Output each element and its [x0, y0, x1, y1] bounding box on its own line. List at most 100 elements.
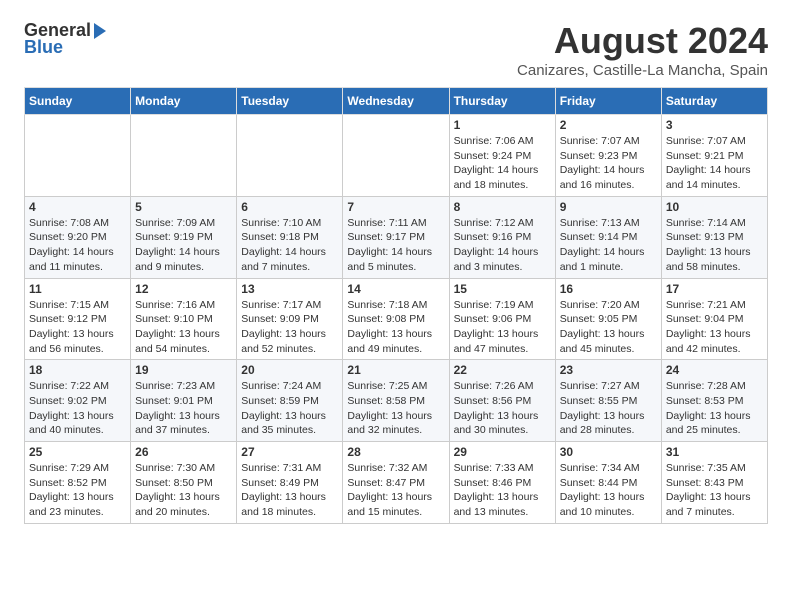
day-info: Sunrise: 7:08 AM Sunset: 9:20 PM Dayligh… — [29, 216, 126, 275]
day-number: 29 — [454, 445, 551, 459]
day-number: 25 — [29, 445, 126, 459]
day-info: Sunrise: 7:07 AM Sunset: 9:23 PM Dayligh… — [560, 134, 657, 193]
day-info: Sunrise: 7:29 AM Sunset: 8:52 PM Dayligh… — [29, 461, 126, 520]
day-info: Sunrise: 7:22 AM Sunset: 9:02 PM Dayligh… — [29, 379, 126, 438]
calendar-cell: 2 Sunrise: 7:07 AM Sunset: 9:23 PM Daylig… — [555, 115, 661, 197]
calendar-cell: 18 Sunrise: 7:22 AM Sunset: 9:02 PM Dayli… — [25, 360, 131, 442]
calendar-cell: 11 Sunrise: 7:15 AM Sunset: 9:12 PM Dayli… — [25, 278, 131, 360]
day-info: Sunrise: 7:16 AM Sunset: 9:10 PM Dayligh… — [135, 298, 232, 357]
calendar-header-row: SundayMondayTuesdayWednesdayThursdayFrid… — [25, 88, 768, 115]
column-header-sunday: Sunday — [25, 88, 131, 115]
calendar-cell: 16 Sunrise: 7:20 AM Sunset: 9:05 PM Dayli… — [555, 278, 661, 360]
day-info: Sunrise: 7:32 AM Sunset: 8:47 PM Dayligh… — [347, 461, 444, 520]
calendar-cell: 15Sunrise: 7:19 AM Sunset: 9:06 PM Dayli… — [449, 278, 555, 360]
day-number: 2 — [560, 118, 657, 132]
calendar-cell: 14 Sunrise: 7:18 AM Sunset: 9:08 PM Dayli… — [343, 278, 449, 360]
day-info: Sunrise: 7:20 AM Sunset: 9:05 PM Dayligh… — [560, 298, 657, 357]
calendar-cell — [131, 115, 237, 197]
day-info: Sunrise: 7:25 AM Sunset: 8:58 PM Dayligh… — [347, 379, 444, 438]
day-number: 23 — [560, 363, 657, 377]
column-header-tuesday: Tuesday — [237, 88, 343, 115]
calendar-cell: 27 Sunrise: 7:31 AM Sunset: 8:49 PM Dayli… — [237, 442, 343, 524]
day-number: 14 — [347, 282, 444, 296]
column-header-friday: Friday — [555, 88, 661, 115]
calendar-cell: 19Sunrise: 7:23 AM Sunset: 9:01 PM Dayli… — [131, 360, 237, 442]
day-info: Sunrise: 7:07 AM Sunset: 9:21 PM Dayligh… — [666, 134, 763, 193]
calendar-week-2: 4 Sunrise: 7:08 AM Sunset: 9:20 PM Daylig… — [25, 196, 768, 278]
day-number: 7 — [347, 200, 444, 214]
day-number: 26 — [135, 445, 232, 459]
calendar-cell — [343, 115, 449, 197]
calendar-cell: 3 Sunrise: 7:07 AM Sunset: 9:21 PM Daylig… — [661, 115, 767, 197]
day-info: Sunrise: 7:19 AM Sunset: 9:06 PM Dayligh… — [454, 298, 551, 357]
day-number: 3 — [666, 118, 763, 132]
column-header-saturday: Saturday — [661, 88, 767, 115]
day-number: 27 — [241, 445, 338, 459]
calendar-cell: 8 Sunrise: 7:12 AM Sunset: 9:16 PM Daylig… — [449, 196, 555, 278]
page-subtitle: Canizares, Castille-La Mancha, Spain — [517, 62, 768, 79]
calendar-week-4: 18 Sunrise: 7:22 AM Sunset: 9:02 PM Dayli… — [25, 360, 768, 442]
calendar-cell: 21 Sunrise: 7:25 AM Sunset: 8:58 PM Dayli… — [343, 360, 449, 442]
calendar-cell: 1Sunrise: 7:06 AM Sunset: 9:24 PM Daylig… — [449, 115, 555, 197]
calendar-cell: 10 Sunrise: 7:14 AM Sunset: 9:13 PM Dayli… — [661, 196, 767, 278]
day-number: 28 — [347, 445, 444, 459]
day-number: 18 — [29, 363, 126, 377]
day-info: Sunrise: 7:23 AM Sunset: 9:01 PM Dayligh… — [135, 379, 232, 438]
day-info: Sunrise: 7:06 AM Sunset: 9:24 PM Dayligh… — [454, 134, 551, 193]
day-number: 5 — [135, 200, 232, 214]
day-number: 22 — [454, 363, 551, 377]
calendar-cell: 13Sunrise: 7:17 AM Sunset: 9:09 PM Dayli… — [237, 278, 343, 360]
calendar-cell: 17Sunrise: 7:21 AM Sunset: 9:04 PM Dayli… — [661, 278, 767, 360]
day-number: 4 — [29, 200, 126, 214]
calendar-week-5: 25 Sunrise: 7:29 AM Sunset: 8:52 PM Dayli… — [25, 442, 768, 524]
day-number: 24 — [666, 363, 763, 377]
calendar-week-1: 1Sunrise: 7:06 AM Sunset: 9:24 PM Daylig… — [25, 115, 768, 197]
day-info: Sunrise: 7:33 AM Sunset: 8:46 PM Dayligh… — [454, 461, 551, 520]
calendar-table: SundayMondayTuesdayWednesdayThursdayFrid… — [24, 87, 768, 524]
day-number: 20 — [241, 363, 338, 377]
day-number: 16 — [560, 282, 657, 296]
day-info: Sunrise: 7:24 AM Sunset: 8:59 PM Dayligh… — [241, 379, 338, 438]
calendar-cell — [237, 115, 343, 197]
column-header-wednesday: Wednesday — [343, 88, 449, 115]
calendar-cell: 12Sunrise: 7:16 AM Sunset: 9:10 PM Dayli… — [131, 278, 237, 360]
day-info: Sunrise: 7:35 AM Sunset: 8:43 PM Dayligh… — [666, 461, 763, 520]
header: General Blue August 2024 Canizares, Cast… — [24, 20, 768, 79]
calendar-cell: 24 Sunrise: 7:28 AM Sunset: 8:53 PM Dayli… — [661, 360, 767, 442]
day-number: 10 — [666, 200, 763, 214]
calendar-cell: 26 Sunrise: 7:30 AM Sunset: 8:50 PM Dayli… — [131, 442, 237, 524]
day-info: Sunrise: 7:15 AM Sunset: 9:12 PM Dayligh… — [29, 298, 126, 357]
day-info: Sunrise: 7:14 AM Sunset: 9:13 PM Dayligh… — [666, 216, 763, 275]
day-info: Sunrise: 7:11 AM Sunset: 9:17 PM Dayligh… — [347, 216, 444, 275]
calendar-cell: 22 Sunrise: 7:26 AM Sunset: 8:56 PM Dayli… — [449, 360, 555, 442]
day-number: 17 — [666, 282, 763, 296]
day-info: Sunrise: 7:28 AM Sunset: 8:53 PM Dayligh… — [666, 379, 763, 438]
logo-arrow-icon — [94, 23, 106, 39]
calendar-cell: 23 Sunrise: 7:27 AM Sunset: 8:55 PM Dayli… — [555, 360, 661, 442]
day-info: Sunrise: 7:09 AM Sunset: 9:19 PM Dayligh… — [135, 216, 232, 275]
calendar-cell: 29 Sunrise: 7:33 AM Sunset: 8:46 PM Dayli… — [449, 442, 555, 524]
day-info: Sunrise: 7:34 AM Sunset: 8:44 PM Dayligh… — [560, 461, 657, 520]
day-info: Sunrise: 7:26 AM Sunset: 8:56 PM Dayligh… — [454, 379, 551, 438]
day-info: Sunrise: 7:18 AM Sunset: 9:08 PM Dayligh… — [347, 298, 444, 357]
column-header-monday: Monday — [131, 88, 237, 115]
calendar-cell: 7 Sunrise: 7:11 AM Sunset: 9:17 PM Daylig… — [343, 196, 449, 278]
day-info: Sunrise: 7:31 AM Sunset: 8:49 PM Dayligh… — [241, 461, 338, 520]
day-number: 21 — [347, 363, 444, 377]
day-info: Sunrise: 7:27 AM Sunset: 8:55 PM Dayligh… — [560, 379, 657, 438]
logo-blue: Blue — [24, 37, 63, 58]
title-area: August 2024 Canizares, Castille-La Manch… — [517, 20, 768, 79]
day-number: 11 — [29, 282, 126, 296]
calendar-cell: 6Sunrise: 7:10 AM Sunset: 9:18 PM Daylig… — [237, 196, 343, 278]
day-info: Sunrise: 7:12 AM Sunset: 9:16 PM Dayligh… — [454, 216, 551, 275]
calendar-week-3: 11 Sunrise: 7:15 AM Sunset: 9:12 PM Dayli… — [25, 278, 768, 360]
day-info: Sunrise: 7:30 AM Sunset: 8:50 PM Dayligh… — [135, 461, 232, 520]
calendar-cell: 20 Sunrise: 7:24 AM Sunset: 8:59 PM Dayli… — [237, 360, 343, 442]
column-header-thursday: Thursday — [449, 88, 555, 115]
day-number: 8 — [454, 200, 551, 214]
calendar-cell: 25 Sunrise: 7:29 AM Sunset: 8:52 PM Dayli… — [25, 442, 131, 524]
day-number: 30 — [560, 445, 657, 459]
calendar-cell: 4 Sunrise: 7:08 AM Sunset: 9:20 PM Daylig… — [25, 196, 131, 278]
day-info: Sunrise: 7:17 AM Sunset: 9:09 PM Dayligh… — [241, 298, 338, 357]
logo: General Blue — [24, 20, 106, 58]
